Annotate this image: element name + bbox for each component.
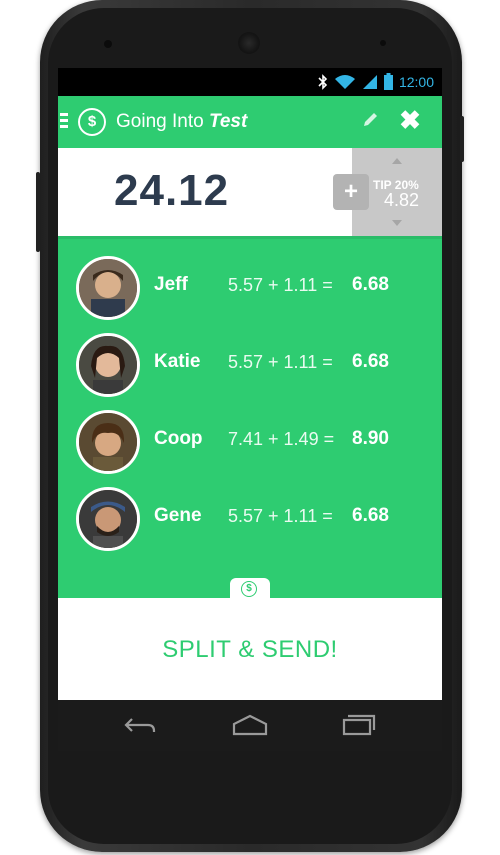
volume-button — [460, 116, 464, 162]
person-row[interactable]: Coop 7.41 + 1.49 = 8.90 — [58, 410, 442, 474]
recents-icon[interactable] — [338, 710, 378, 740]
battery-icon — [383, 73, 393, 90]
nav-bar — [58, 700, 442, 751]
app-title: Going Into Test — [116, 111, 247, 133]
phone-screen: 12:00 $ Going Into Test ✖ 24.12 + TIP 20… — [58, 68, 442, 751]
person-calc: 5.57 + 1.11 = — [228, 352, 333, 372]
person-row[interactable]: Katie 5.57 + 1.11 = 6.68 — [58, 333, 442, 397]
person-name: Katie — [154, 351, 201, 372]
avatar — [76, 333, 140, 397]
person-total: 6.68 — [352, 274, 389, 295]
app-bar: $ Going Into Test ✖ — [58, 96, 442, 148]
people-list: Jeff 5.57 + 1.11 = 6.68 Katie 5.57 + 1.1… — [58, 236, 442, 598]
title-name: Test — [208, 111, 248, 132]
person-total: 6.68 — [352, 351, 389, 372]
dollar-icon[interactable]: $ — [78, 108, 106, 136]
tip-plus-button[interactable]: + — [333, 174, 369, 210]
menu-icon[interactable] — [60, 113, 68, 129]
tip-down-arrow-icon[interactable] — [392, 220, 402, 226]
person-total: 8.90 — [352, 428, 389, 449]
person-name: Gene — [154, 505, 202, 526]
proximity-sensor — [380, 40, 386, 46]
divider-shadow — [58, 236, 442, 239]
person-total: 6.68 — [352, 505, 389, 526]
wifi-icon — [334, 74, 355, 89]
person-name: Jeff — [154, 274, 188, 295]
front-camera — [104, 40, 112, 48]
bluetooth-icon — [318, 73, 328, 90]
avatar — [76, 410, 140, 474]
edit-icon[interactable] — [360, 110, 380, 130]
back-icon[interactable] — [120, 710, 160, 740]
earpiece-speaker — [238, 32, 260, 54]
signal-icon — [362, 74, 377, 89]
bill-amount[interactable]: 24.12 — [114, 166, 229, 216]
avatar — [76, 487, 140, 551]
home-icon[interactable] — [230, 710, 270, 740]
person-name: Coop — [154, 428, 203, 449]
person-calc: 5.57 + 1.11 = — [228, 506, 333, 526]
person-row[interactable]: Jeff 5.57 + 1.11 = 6.68 — [58, 256, 442, 320]
close-icon[interactable]: ✖ — [398, 107, 422, 133]
bill-amount-area: 24.12 + TIP 20% 4.82 — [58, 148, 442, 236]
dollar-tab-icon[interactable]: $ — [241, 581, 257, 597]
status-bar: 12:00 — [58, 68, 442, 96]
tip-up-arrow-icon[interactable] — [392, 158, 402, 164]
title-prefix: Going Into — [116, 111, 204, 132]
status-time: 12:00 — [398, 73, 434, 90]
person-calc: 5.57 + 1.11 = — [228, 275, 333, 295]
avatar — [76, 256, 140, 320]
split-send-button[interactable]: SPLIT & SEND! — [58, 628, 442, 672]
tip-value: 4.82 — [384, 190, 420, 210]
person-calc: 7.41 + 1.49 = — [228, 429, 335, 449]
power-button — [36, 172, 40, 252]
person-row[interactable]: Gene 5.57 + 1.11 = 6.68 — [58, 487, 442, 551]
